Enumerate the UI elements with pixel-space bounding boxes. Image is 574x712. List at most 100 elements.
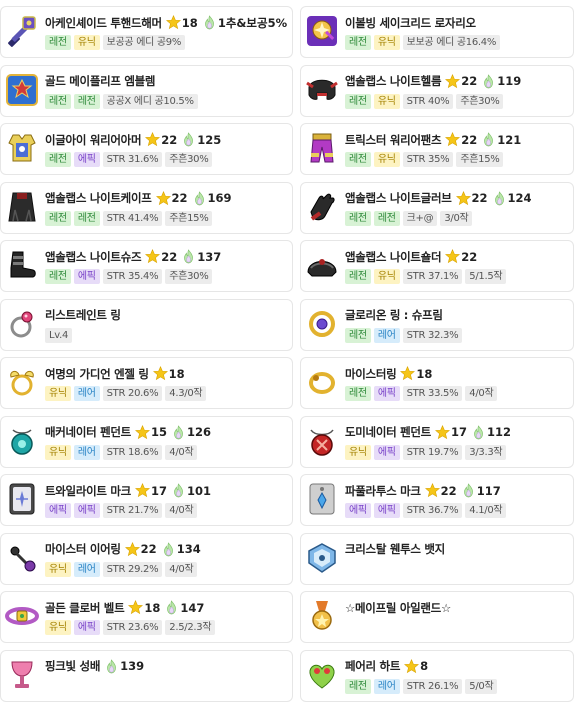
equipment-item-card[interactable]: 트릭스터 워리어팬츠 22 121 레전 유닉 STR 35% 주흔15% [300, 123, 574, 175]
item-title-row: 마이스터 이어링 22 134 [45, 541, 286, 558]
equipment-item-card[interactable]: 앱솔랩스 나이트헬름 22 119 레전 유닉 STR 40% 주흔30% [300, 64, 574, 117]
equipment-item-card[interactable]: 트와일라이트 마크 17 101 에픽 에픽 STR 21.7% 4/0작 [0, 474, 293, 526]
star-icon [400, 366, 416, 381]
equipment-item-card[interactable]: 파풀라투스 마크 22 117 에픽 에픽 STR 36.7% 4.1/0작 [300, 474, 574, 526]
starforce-value: 17 [450, 425, 467, 439]
star-icon [155, 190, 171, 206]
item-title-row: 글로리온 링 : 슈프림 [345, 307, 567, 324]
ring-pink-icon [5, 307, 39, 341]
flame-score: 137 [197, 249, 222, 264]
item-name: ☆메이프릴 아일랜드☆ [345, 600, 451, 615]
potential-tag: 4.1/0작 [465, 503, 507, 518]
potential-tag: 레전 [345, 386, 371, 401]
equipment-item-card[interactable]: 도미네이터 펜던트 17 112 유닉 에픽 STR 19.7% 3/3.3작 [300, 415, 574, 468]
equipment-item-card[interactable]: 골든 클로버 벨트 18 147 유닉 에픽 STR 23.6% 2.5/2.3작 [0, 591, 293, 643]
equipment-item-card[interactable]: 앱솔랩스 나이트숄더 22 레전 유닉 STR 37.1% 5/1.5작 [300, 240, 574, 292]
equipment-item-card[interactable]: 리스트레인트 링 Lv.4 [0, 298, 293, 351]
equipment-item-card[interactable]: 글로리온 링 : 슈프림 레전 레어 STR 32.3% [300, 298, 574, 351]
potential-tag: STR 19.7% [402, 444, 463, 460]
equipment-item-card[interactable]: 앱솔랩스 나이트슈즈 22 137 레전 에픽 STR 35.4% 주흔30% [0, 240, 293, 292]
starforce-value: 22 [461, 132, 478, 147]
potential-tag: 3/0작 [440, 210, 473, 226]
flame-score: 147 [180, 600, 205, 615]
equipment-item-card[interactable]: 페어리 하트 8 레전 레어 STR 26.1% 5/0작 [300, 649, 574, 702]
starforce-value: 22 [171, 191, 188, 205]
pendant-dom-icon [305, 424, 339, 458]
starforce-value: 15 [150, 425, 167, 439]
potential-tag: 주흔15% [456, 152, 504, 167]
two-handed-hammer-icon [5, 14, 39, 48]
potential-tag: 보공공 에디 공9% [102, 35, 186, 50]
equipment-item-card[interactable]: 마이스터링 18 레전 에픽 STR 33.5% 4/0작 [300, 357, 574, 409]
potential-tag: 에픽 [345, 503, 371, 518]
equipment-item-card[interactable]: 골드 메이플리프 엠블렘 레전 레전 공공X 에디 공10.5% [0, 64, 293, 117]
equipment-item-card[interactable]: 이글아이 워리어아머 22 125 레전 에픽 STR 31.6% 주흔30% [0, 123, 293, 175]
potential-tag: STR 29.2% [102, 561, 163, 577]
flame-icon [105, 658, 118, 674]
potential-tag: STR 31.6% [102, 152, 163, 167]
potential-tag: 레전 [345, 35, 371, 50]
item-title-row: 크리스탈 웬투스 뱃지 [345, 541, 567, 558]
equipment-item-card[interactable]: 매커네이터 펜던트 15 126 유닉 레어 STR 18.6% 4/0작 [0, 415, 293, 468]
potential-tag: 레전 [345, 152, 371, 167]
item-title-row: 골드 메이플리프 엠블렘 [45, 73, 286, 90]
flame-icon [462, 483, 475, 498]
potential-tag: 레어 [73, 386, 100, 401]
helmet-icon [305, 73, 339, 107]
equipment-item-card[interactable]: 핑크빛 성배 139 [0, 649, 293, 702]
flame-score: 101 [186, 483, 211, 498]
potential-tag: 주흔30% [165, 269, 213, 284]
item-title-row: 아케인셰이드 투핸드해머 18 1추&보공5% [45, 14, 287, 31]
item-name: 골든 클로버 벨트 [45, 600, 125, 615]
item-name: 트릭스터 워리어팬츠 [345, 132, 442, 147]
potential-tag: 4.3/0작 [165, 386, 207, 401]
item-title-row: 파풀라투스 마크 22 117 [345, 482, 567, 499]
potential-tag: 유닉 [373, 93, 400, 109]
flame-icon [482, 132, 495, 147]
equipment-item-card[interactable]: 앱솔랩스 나이트케이프 22 169 레전 레전 STR 41.4% 주흔15% [0, 181, 293, 234]
equipment-item-card[interactable]: ☆메이프릴 아일랜드☆ [300, 591, 574, 643]
armor-icon [5, 131, 39, 165]
item-tags: 유닉 레어 STR 18.6% 4/0작 [45, 444, 286, 460]
starforce-value: 8 [420, 659, 429, 673]
potential-tag: STR 35% [402, 152, 454, 167]
item-name: 이글아이 워리어아머 [45, 132, 142, 147]
item-title-row: 앱솔랩스 나이트글러브 22 124 [345, 190, 567, 207]
equipment-item-card[interactable]: 마이스터 이어링 22 134 유닉 레어 STR 29.2% 4/0작 [0, 532, 293, 585]
equipment-item-card[interactable]: 앱솔랩스 나이트글러브 22 124 레전 레전 크+@ 3/0작 [300, 181, 574, 234]
star-icon [455, 190, 471, 206]
twilight-mark-icon [5, 482, 39, 516]
potential-tag: 유닉 [45, 620, 71, 635]
potential-tag: 3/3.3작 [465, 444, 507, 460]
flame-icon [182, 132, 195, 147]
flame-score: 139 [120, 659, 145, 673]
item-title-row: 마이스터링 18 [345, 365, 567, 382]
item-title-row: 도미네이터 펜던트 17 112 [345, 424, 567, 441]
starforce-value: 18 [168, 366, 185, 381]
item-tags: 레전 에픽 STR 35.4% 주흔30% [45, 269, 286, 284]
item-title-row: 앱솔랩스 나이트슈즈 22 137 [45, 248, 286, 265]
equipment-item-card[interactable]: 크리스탈 웬투스 뱃지 [300, 532, 574, 585]
potential-tag: 유닉 [373, 269, 400, 284]
equipment-item-card[interactable]: 이볼빙 세이크리드 로자리오 레전 유닉 보보공 에디 공16.4% [300, 6, 574, 58]
ring-angel-icon [5, 365, 39, 399]
item-name: 마이스터링 [345, 366, 397, 381]
starforce-value: 22 [140, 542, 157, 556]
cape-icon [5, 190, 39, 224]
belt-icon [5, 599, 39, 633]
star-icon [134, 424, 150, 440]
potential-tag: 4/0작 [165, 444, 198, 460]
equipment-item-card[interactable]: 여명의 가디언 엔젤 링 18 유닉 레어 STR 20.6% 4.3/0작 [0, 357, 293, 409]
item-tags: 유닉 에픽 STR 23.6% 2.5/2.3작 [45, 620, 286, 635]
potential-tag: 유닉 [45, 444, 71, 460]
potential-tag: STR 41.4% [102, 210, 163, 226]
potential-tag: STR 40% [402, 93, 454, 109]
equipment-item-card[interactable]: 아케인셰이드 투핸드해머 18 1추&보공5% 레전 유닉 보공공 에디 공9% [0, 6, 293, 58]
potential-tag: 레전 [373, 210, 400, 226]
potential-tag: 레전 [45, 269, 71, 284]
fairy-heart-icon [305, 658, 339, 692]
potential-tag: 주흔15% [165, 210, 213, 226]
flame-score: 124 [507, 191, 532, 205]
starforce-value: 22 [161, 249, 178, 264]
item-name: 앱솔랩스 나이트슈즈 [45, 249, 142, 264]
